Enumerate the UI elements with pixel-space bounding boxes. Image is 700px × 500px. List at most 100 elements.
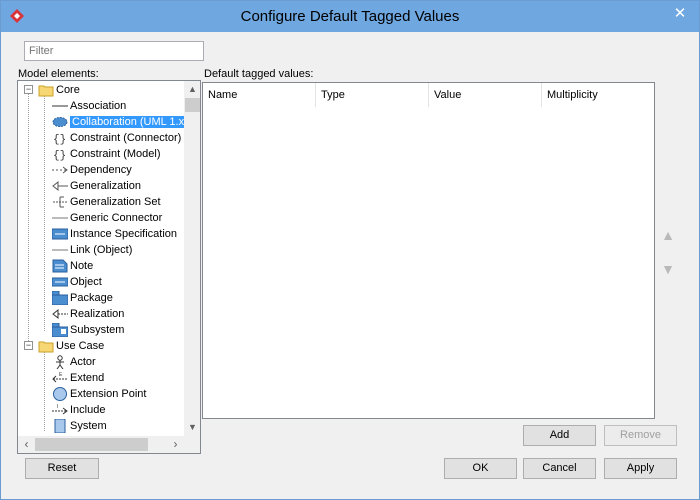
tree-group-core[interactable]: Core xyxy=(38,82,80,98)
tree-item-generic-connector[interactable]: Generic Connector xyxy=(52,210,162,226)
tree-item-association[interactable]: Association xyxy=(52,98,126,114)
tree-item-subsystem[interactable]: Subsystem xyxy=(52,322,124,338)
tree-item-label: Association xyxy=(70,100,127,113)
tree-item-extend[interactable]: E Extend xyxy=(52,370,104,386)
association-line-icon xyxy=(52,105,68,107)
svg-text:{}: {} xyxy=(53,150,66,161)
tree-item-label: Dependency xyxy=(70,164,132,177)
default-tagged-values-label: Default tagged values: xyxy=(204,68,314,80)
tree-item-label: Actor xyxy=(70,356,96,369)
remove-button[interactable]: Remove xyxy=(604,425,677,446)
braces-icon: {} xyxy=(53,150,66,161)
scroll-thumb[interactable] xyxy=(35,438,148,451)
tree-item-actor[interactable]: Actor xyxy=(52,354,96,370)
reset-button[interactable]: Reset xyxy=(25,458,99,479)
tree-item-note[interactable]: Note xyxy=(52,258,93,274)
tree-item-package[interactable]: Package xyxy=(52,290,113,306)
tree-item-label: Constraint (Connector) xyxy=(70,132,182,145)
scroll-up-icon[interactable]: ▲ xyxy=(184,81,200,98)
line-icon xyxy=(52,249,68,251)
tree-item-label: System xyxy=(70,420,107,433)
tree-content: − Core Association Collaboration (UML 1.… xyxy=(18,81,184,436)
scroll-right-icon[interactable]: › xyxy=(167,436,184,453)
svg-text:E: E xyxy=(59,372,63,378)
column-header-type[interactable]: Type xyxy=(316,83,429,107)
folder-icon xyxy=(38,341,54,353)
tree-horizontal-scrollbar[interactable]: ‹ › xyxy=(18,436,184,453)
tree-item-system[interactable]: System xyxy=(52,418,107,434)
table-header: Name Type Value Multiplicity xyxy=(203,83,654,107)
tree-item-include[interactable]: I Include xyxy=(52,402,105,418)
close-icon[interactable]: ✕ xyxy=(669,5,691,23)
tree-item-label: Realization xyxy=(70,308,125,321)
move-up-icon[interactable]: ▲ xyxy=(659,228,677,242)
tree-item-constraint-connector[interactable]: {} Constraint (Connector) xyxy=(52,130,181,146)
tree-item-link-object[interactable]: Link (Object) xyxy=(52,242,132,258)
tree-group-label: Core xyxy=(56,84,80,97)
tree-item-label: Extend xyxy=(70,372,105,385)
tree-item-label: Link (Object) xyxy=(70,244,133,257)
apply-button[interactable]: Apply xyxy=(604,458,677,479)
folder-icon xyxy=(38,85,54,97)
tree-item-label: Extension Point xyxy=(70,388,147,401)
instance-box-icon xyxy=(52,228,68,240)
model-elements-tree[interactable]: − Core Association Collaboration (UML 1.… xyxy=(17,80,201,454)
tagged-values-table[interactable]: Name Type Value Multiplicity xyxy=(202,82,655,419)
system-box-icon xyxy=(54,419,66,434)
column-header-multiplicity[interactable]: Multiplicity xyxy=(542,83,654,107)
tree-item-label: Collaboration (UML 1.x) xyxy=(70,116,184,129)
tree-item-collaboration[interactable]: Collaboration (UML 1.x) xyxy=(52,114,184,130)
tree-item-label: Package xyxy=(70,292,113,305)
cancel-button[interactable]: Cancel xyxy=(523,458,596,479)
svg-text:I: I xyxy=(57,404,58,410)
tree-item-label: Generalization Set xyxy=(70,196,161,209)
circle-icon xyxy=(53,387,67,402)
tree-item-label: Include xyxy=(70,404,106,417)
tree-item-label: Generic Connector xyxy=(70,212,163,225)
title-bar[interactable]: Configure Default Tagged Values ✕ xyxy=(1,1,699,32)
tree-item-label: Object xyxy=(70,276,102,289)
scroll-thumb[interactable] xyxy=(185,98,200,112)
tree-item-generalization[interactable]: Generalization xyxy=(52,178,141,194)
scroll-left-icon[interactable]: ‹ xyxy=(18,436,35,453)
tree-item-label: Instance Specification xyxy=(70,228,178,241)
tree-item-object[interactable]: Object xyxy=(52,274,102,290)
realization-arrow-icon xyxy=(52,309,68,320)
tree-item-dependency[interactable]: Dependency xyxy=(52,162,132,178)
tree-guide-line xyxy=(44,349,45,431)
tree-group-use-case[interactable]: Use Case xyxy=(38,338,104,354)
subsystem-icon xyxy=(52,323,68,338)
usecase-expander-icon[interactable]: − xyxy=(24,341,33,350)
ok-button[interactable]: OK xyxy=(444,458,517,479)
generalization-arrow-icon xyxy=(52,181,68,192)
move-down-icon[interactable]: ▼ xyxy=(659,262,677,276)
tree-item-generalization-set[interactable]: Generalization Set xyxy=(52,194,161,210)
tree-item-label: Subsystem xyxy=(70,324,125,337)
tree-item-extension-point[interactable]: Extension Point xyxy=(52,386,146,402)
collaboration-ellipse-icon xyxy=(52,117,68,128)
include-arrow-icon: I xyxy=(52,404,68,415)
column-header-name[interactable]: Name xyxy=(203,83,316,107)
add-button[interactable]: Add xyxy=(523,425,596,446)
actor-icon xyxy=(56,355,64,370)
window-title: Configure Default Tagged Values xyxy=(240,8,460,25)
tree-guide-line xyxy=(44,93,45,331)
tree-item-realization[interactable]: Realization xyxy=(52,306,124,322)
tree-item-instance-specification[interactable]: Instance Specification xyxy=(52,226,177,242)
tree-item-label: Constraint (Model) xyxy=(70,148,161,161)
column-header-value[interactable]: Value xyxy=(429,83,542,107)
extend-arrow-icon: E xyxy=(52,372,68,383)
tree-guide-line xyxy=(28,89,29,345)
tree-item-label: Note xyxy=(70,260,94,273)
package-icon xyxy=(52,291,68,306)
scroll-down-icon[interactable]: ▼ xyxy=(184,419,200,436)
dialog-window: Configure Default Tagged Values ✕ Model … xyxy=(0,0,700,500)
object-box-icon xyxy=(52,277,68,287)
tree-vertical-scrollbar[interactable]: ▲ ▼ xyxy=(184,81,200,436)
tree-item-label: Generalization xyxy=(70,180,141,193)
generalization-set-icon xyxy=(53,196,68,208)
core-expander-icon[interactable]: − xyxy=(24,85,33,94)
filter-input[interactable] xyxy=(24,41,204,61)
tree-item-constraint-model[interactable]: {} Constraint (Model) xyxy=(52,146,160,162)
dashed-arrow-icon xyxy=(52,166,68,174)
